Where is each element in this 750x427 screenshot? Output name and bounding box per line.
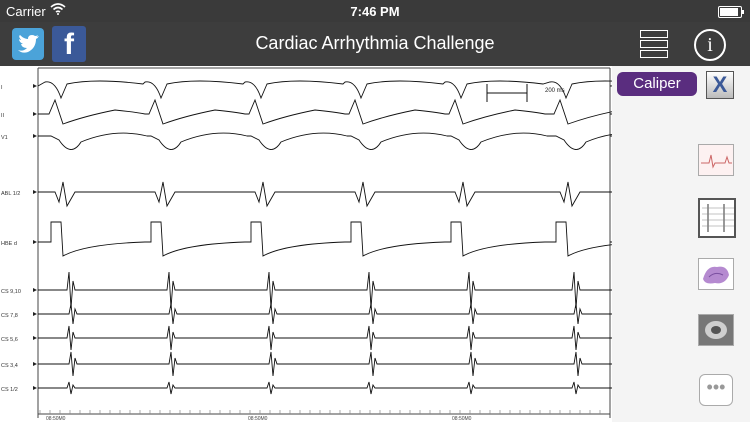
channel-label: CS 1/2 — [1, 387, 18, 393]
ecg-thumb-button[interactable] — [698, 144, 734, 176]
channel-waveform — [37, 80, 649, 100]
ecg-trace-area[interactable]: I II V1 ABL 1/2 HBE d CS 9,10 CS 7,8 CS 5,6 CS 3… — [0, 66, 669, 422]
channel-waveform — [38, 351, 669, 377]
channel-waveform — [38, 98, 651, 125]
info-button[interactable]: i — [694, 29, 726, 61]
caliper-button[interactable]: Caliper — [617, 72, 697, 96]
info-icon: i — [707, 34, 713, 56]
map-thumb-icon — [703, 266, 729, 284]
channel-marker — [33, 134, 37, 138]
close-icon: X — [712, 72, 728, 97]
channel-waveform — [38, 271, 667, 309]
channel-label: ABL 1/2 — [1, 191, 20, 197]
channel-marker — [33, 386, 37, 390]
ecg-thumb-icon — [699, 145, 733, 175]
list-icon — [640, 30, 668, 38]
more-button[interactable]: ••• — [699, 374, 733, 406]
ep-thumb-icon — [702, 204, 734, 232]
channel-label: HBE d — [1, 241, 17, 247]
channel-marker — [33, 336, 37, 340]
channel-marker — [33, 362, 37, 366]
channel-label: V1 — [1, 135, 8, 141]
timestamp-label: 08:50M0 — [46, 416, 66, 422]
map-thumb-button[interactable] — [698, 258, 734, 290]
xray-thumb-icon — [699, 315, 733, 345]
channel-marker — [33, 240, 37, 244]
page-title: Cardiac Arrhythmia Challenge — [255, 33, 495, 53]
channel-waveform — [38, 381, 667, 395]
channel-marker — [33, 190, 37, 194]
side-panel: Caliper X ••• — [612, 66, 750, 422]
timestamp-label: 08:50M0 — [452, 416, 472, 422]
xray-thumb-button[interactable] — [698, 314, 734, 346]
list-button[interactable] — [640, 30, 668, 58]
channel-marker — [33, 288, 37, 292]
caliper-measure-label: 200 ms — [545, 88, 565, 94]
channel-label: II — [1, 113, 5, 119]
channel-marker — [33, 312, 37, 316]
ecg-traces: IIIV1ABL 1/2HBE dCS 9,10CS 7,8CS 5,6CS 3… — [1, 67, 669, 422]
channel-label: CS 3,4 — [1, 363, 18, 369]
more-icon: ••• — [706, 377, 726, 397]
channel-waveform — [38, 132, 653, 150]
channel-waveform — [38, 221, 651, 257]
channel-label: CS 9,10 — [1, 289, 21, 295]
timestamp-label: 08:50M0 — [248, 416, 268, 422]
channel-label: I — [1, 85, 3, 91]
channel-label: CS 7,8 — [1, 313, 18, 319]
channel-marker — [33, 112, 37, 116]
ep-thumb-button[interactable] — [698, 198, 736, 238]
navigation-bar: f Cardiac Arrhythmia Challenge i — [0, 22, 750, 66]
channel-label: CS 5,6 — [1, 337, 18, 343]
channel-marker — [33, 84, 37, 88]
channel-waveform — [38, 181, 650, 208]
status-bar: Carrier 7:46 PM — [0, 0, 750, 22]
battery-icon — [718, 6, 744, 18]
channel-waveform — [38, 303, 669, 325]
close-caliper-button[interactable]: X — [706, 71, 734, 99]
channel-waveform — [38, 325, 667, 351]
status-time: 7:46 PM — [350, 4, 400, 19]
